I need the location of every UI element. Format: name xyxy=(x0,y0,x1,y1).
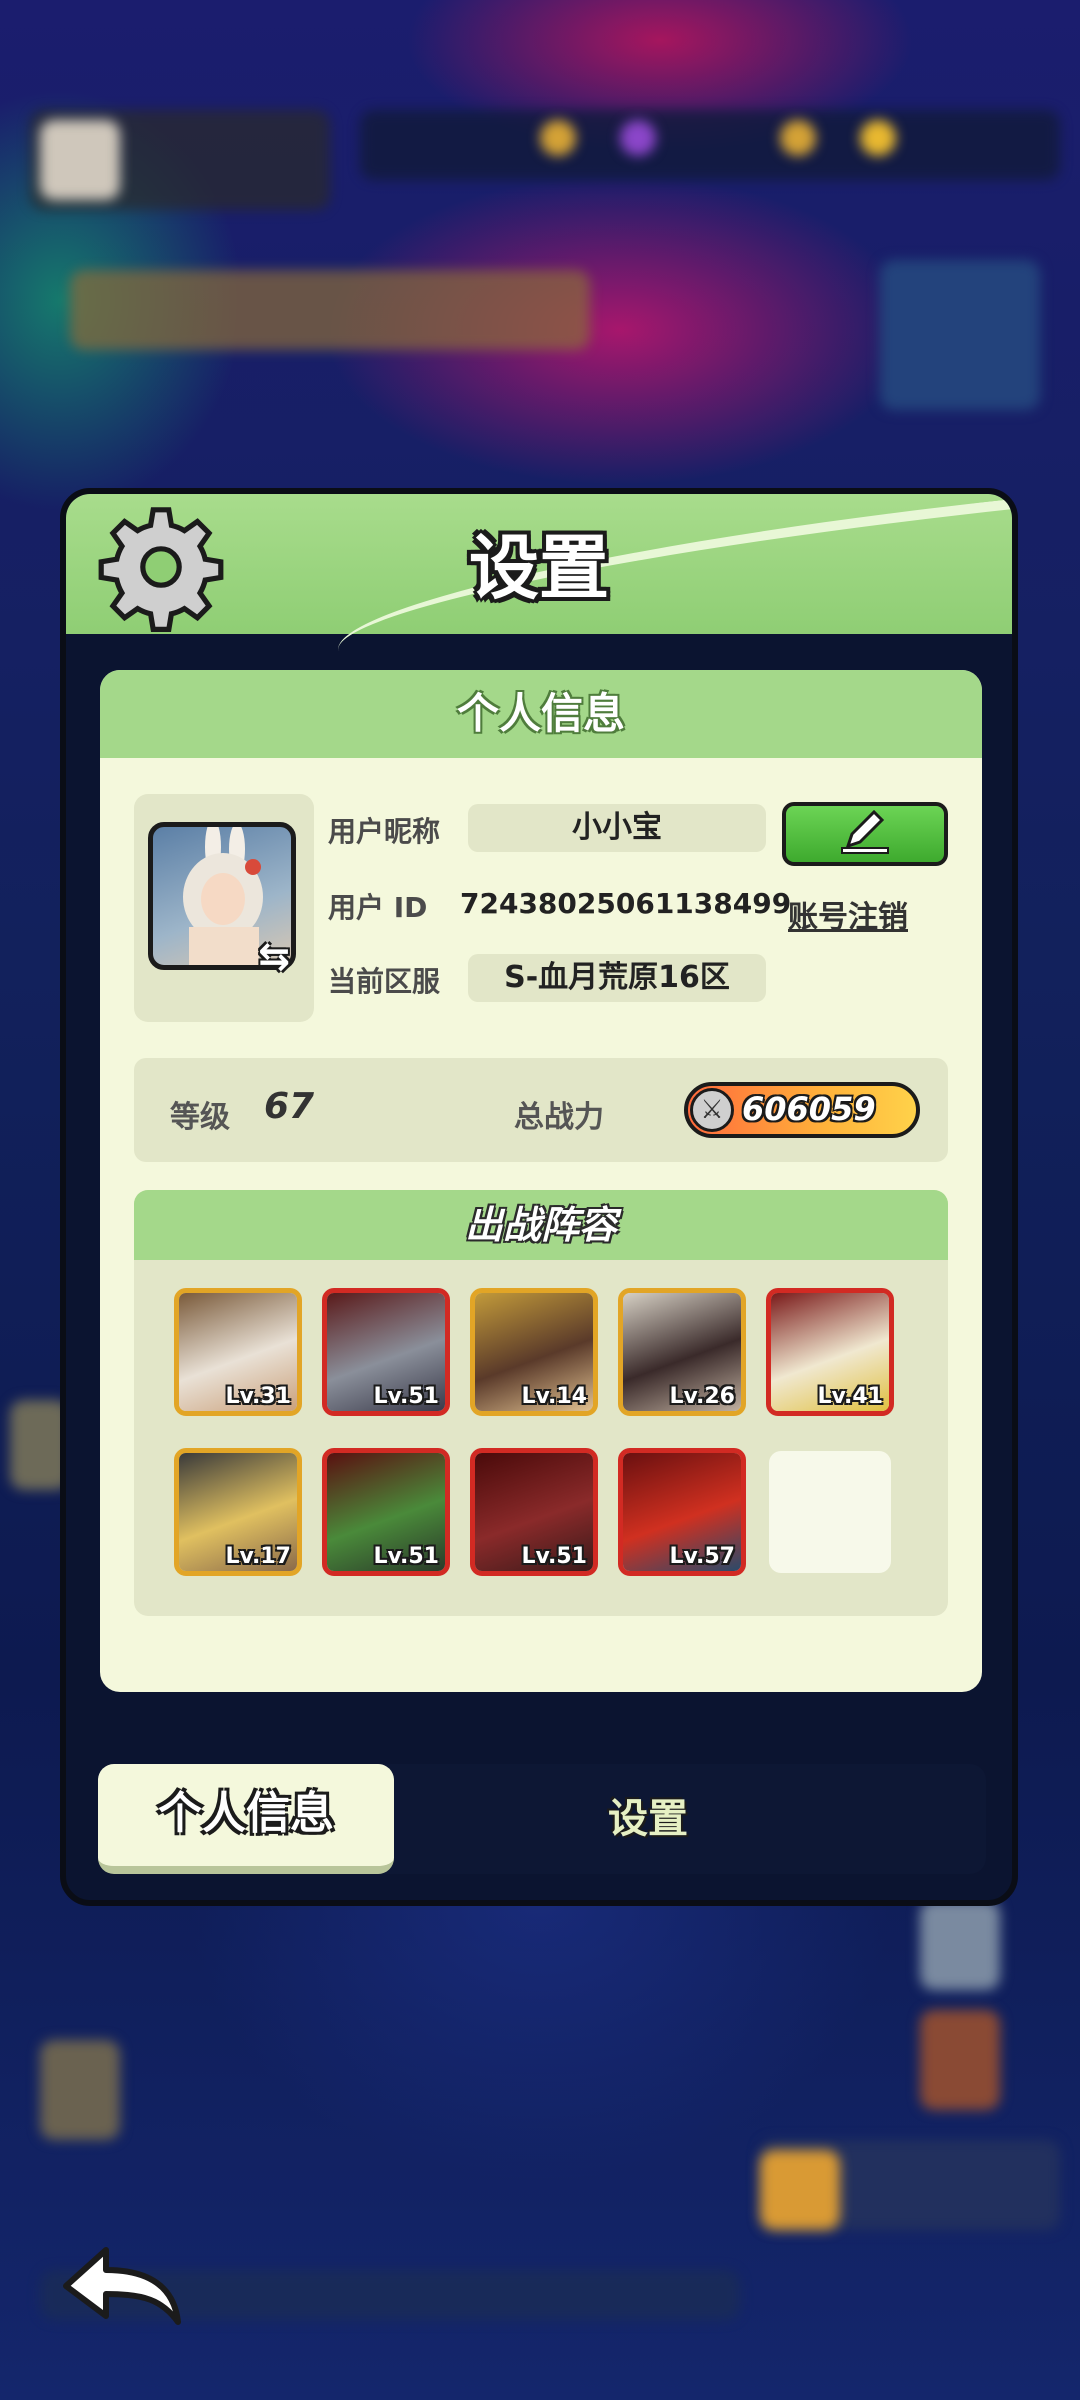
cancel-account-link[interactable]: 账号注销 xyxy=(788,892,908,936)
settings-panel: 设置 个人信息 ⇆ 用户昵称 小小宝 用户 ID 724380250611384… xyxy=(60,488,1018,1906)
hero-level: Lv.17 xyxy=(225,1544,291,1569)
hero-level: Lv.41 xyxy=(817,1384,883,1409)
user-id-label: 用户 ID xyxy=(328,891,428,924)
nickname-value: 小小宝 xyxy=(468,804,766,852)
level-value: 67 xyxy=(264,1086,315,1127)
hero-level: Lv.51 xyxy=(373,1384,439,1409)
hero-slot[interactable]: Lv.14 xyxy=(470,1288,598,1416)
swords-icon: ⚔ xyxy=(690,1088,734,1132)
back-arrow-icon[interactable] xyxy=(58,2236,188,2336)
hero-level: Lv.14 xyxy=(521,1384,587,1409)
level-label: 等级 xyxy=(170,1100,230,1135)
power-label: 总战力 xyxy=(514,1100,604,1135)
hero-slot[interactable]: Lv.17 xyxy=(174,1448,302,1576)
hero-slot[interactable]: Lv.41 xyxy=(766,1288,894,1416)
tab-bar: 个人信息 设置 xyxy=(98,1764,986,1874)
swap-icon[interactable]: ⇆ xyxy=(252,934,296,978)
edit-nickname-button[interactable] xyxy=(782,802,948,866)
panel-header: 设置 xyxy=(66,494,1012,651)
power-value: 606059 xyxy=(742,1090,876,1128)
server-value: S-血月荒原16区 xyxy=(468,954,766,1002)
battle-lineup: 出战阵容 Lv.31 Lv.51 Lv.14 Lv.26 Lv.41 Lv.17 Lv.51… xyxy=(134,1190,948,1616)
nickname-label: 用户昵称 xyxy=(328,815,441,848)
hero-slot[interactable]: Lv.51 xyxy=(322,1448,450,1576)
page-title: 设置 xyxy=(469,527,609,609)
hero-slot[interactable]: Lv.51 xyxy=(470,1448,598,1576)
empty-hero-slot[interactable] xyxy=(769,1451,891,1573)
hero-slot[interactable]: Lv.51 xyxy=(322,1288,450,1416)
tab-personal-info[interactable]: 个人信息 xyxy=(98,1764,394,1874)
lineup-header: 出战阵容 xyxy=(134,1190,948,1260)
user-id-value: 72438025061138499 xyxy=(460,887,792,920)
hero-level: Lv.51 xyxy=(521,1544,587,1569)
hero-level: Lv.26 xyxy=(669,1384,735,1409)
hero-level: Lv.31 xyxy=(225,1384,291,1409)
pencil-icon xyxy=(841,809,889,854)
hero-slot[interactable]: Lv.57 xyxy=(618,1448,746,1576)
tab-settings[interactable]: 设置 xyxy=(498,1764,798,1874)
hero-level: Lv.51 xyxy=(373,1544,439,1569)
power-badge: ⚔ 606059 xyxy=(684,1082,920,1138)
stats-bar: 等级 67 总战力 ⚔ 606059 xyxy=(134,1058,948,1162)
card-header: 个人信息 xyxy=(100,670,982,758)
hero-slot[interactable]: Lv.26 xyxy=(618,1288,746,1416)
server-label: 当前区服 xyxy=(328,965,441,998)
hero-slot[interactable]: Lv.31 xyxy=(174,1288,302,1416)
hero-level: Lv.57 xyxy=(669,1544,735,1569)
personal-info-card: 个人信息 ⇆ 用户昵称 小小宝 用户 ID 72438025061138499 … xyxy=(100,670,982,1692)
avatar-container[interactable]: ⇆ xyxy=(134,794,314,1022)
